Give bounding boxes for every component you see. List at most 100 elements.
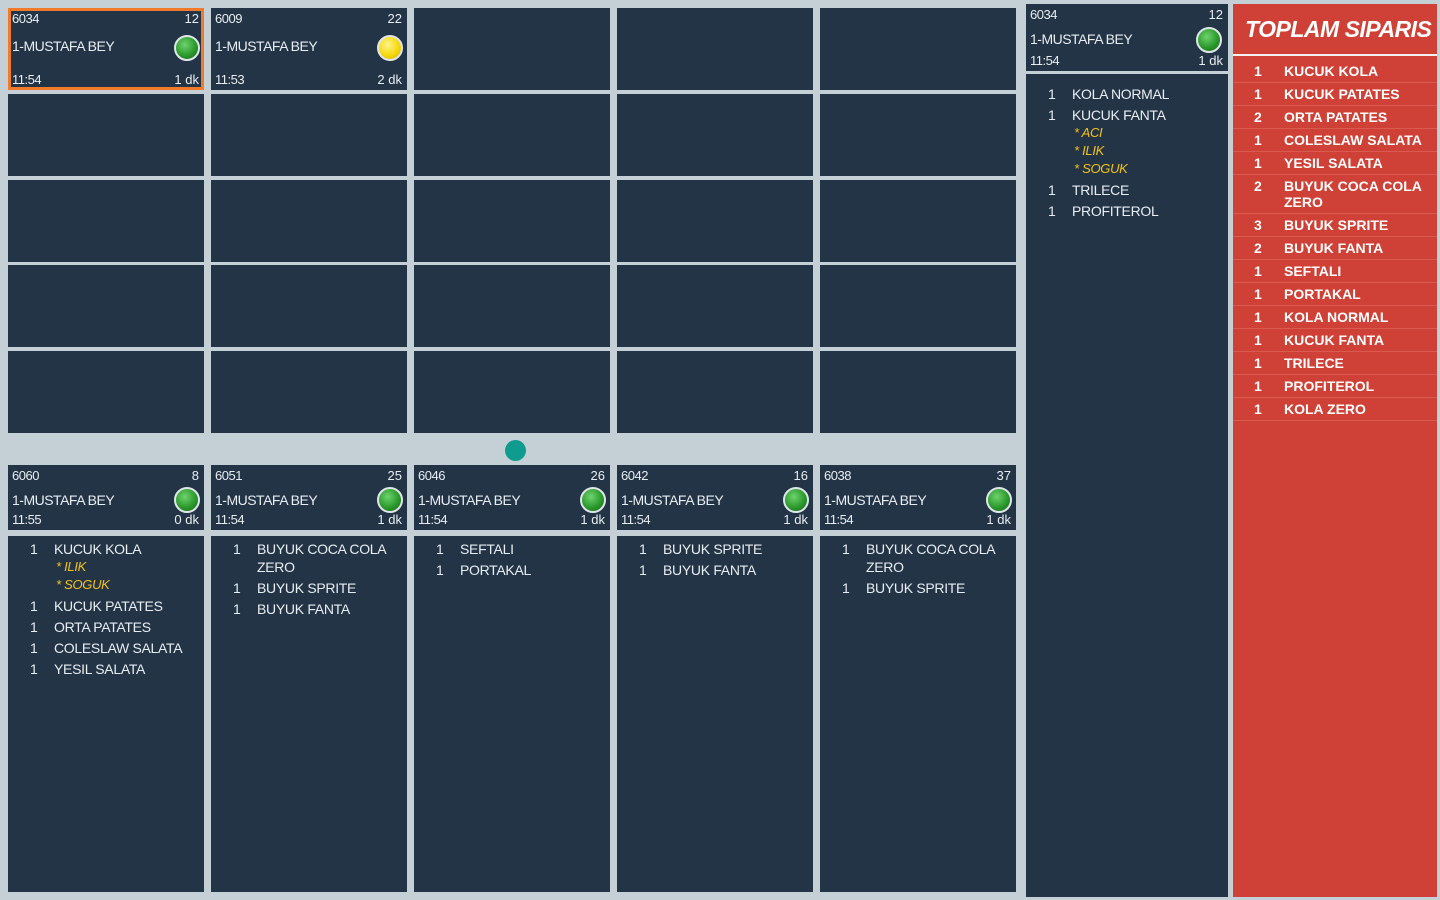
order-slot[interactable] (820, 351, 1016, 433)
order-slot[interactable] (414, 351, 610, 433)
elapsed-time: 1 dk (580, 512, 605, 527)
order-time: 11:55 (12, 512, 42, 527)
elapsed-time: 1 dk (783, 512, 808, 527)
order-ticket[interactable]: 6042 16 1-MUSTAFA BEY 11:54 1 dk 1 BUYUK SPRIT… (617, 465, 813, 892)
order-item-count: 12 (184, 11, 199, 26)
list-item[interactable]: 1 BUYUK SPRITE (211, 579, 407, 597)
list-item[interactable]: 1 KUCUK KOLA (8, 540, 204, 558)
ticket-item-list: 1 SEFTALI 1 PORTAKAL (414, 536, 610, 892)
order-card[interactable]: 6009 22 1-MUSTAFA BEY 11:53 2 dk (211, 8, 407, 90)
total-quantity: 1 (1254, 378, 1262, 394)
list-item[interactable]: 1 COLESLAW SALATA (8, 639, 204, 657)
list-item[interactable]: 1 YESIL SALATA (8, 660, 204, 678)
order-slot[interactable] (8, 265, 204, 347)
list-item[interactable]: 1 BUYUK COCA COLA ZERO (211, 540, 407, 576)
list-item[interactable]: 1 TRILECE (1026, 181, 1228, 199)
list-item[interactable]: 1 KUCUK PATATES (8, 597, 204, 615)
list-item[interactable]: 1 SEFTALI (414, 540, 610, 558)
list-item[interactable]: 1 KOLA NORMAL (1026, 85, 1228, 103)
order-time: 11:53 (215, 72, 245, 87)
total-item-name: COLESLAW SALATA (1284, 132, 1422, 148)
total-item-name: KOLA NORMAL (1284, 309, 1389, 325)
order-slot[interactable] (617, 265, 813, 347)
order-slot[interactable] (414, 8, 610, 90)
ticket-header: 6051 25 1-MUSTAFA BEY 11:54 1 dk (211, 465, 407, 533)
order-card[interactable]: 6034 12 1-MUSTAFA BEY 11:54 1 dk (8, 8, 204, 90)
detail-header[interactable]: 6034 12 1-MUSTAFA BEY 11:54 1 dk (1026, 4, 1228, 74)
split-handle[interactable] (505, 440, 526, 461)
totals-row: 1 KUCUK KOLA (1233, 60, 1437, 83)
order-slot[interactable] (8, 180, 204, 262)
order-slot[interactable] (211, 94, 407, 176)
ticket-header: 6046 26 1-MUSTAFA BEY 11:54 1 dk (414, 465, 610, 533)
totals-row: 2 ORTA PATATES (1233, 106, 1437, 129)
list-item[interactable]: 1 BUYUK SPRITE (820, 579, 1016, 597)
total-quantity: 1 (1254, 286, 1262, 302)
item-name: KUCUK FANTA (1072, 107, 1166, 123)
list-item[interactable]: 1 BUYUK SPRITE (617, 540, 813, 558)
totals-row: 2 BUYUK COCA COLA ZERO (1233, 175, 1437, 214)
item-modifier: * SOGUK (56, 577, 110, 592)
total-item-name: KUCUK PATATES (1284, 86, 1400, 102)
list-item[interactable]: 1 BUYUK FANTA (211, 600, 407, 618)
totals-title: TOPLAM SIPARIS (1233, 4, 1437, 56)
item-name: COLESLAW SALATA (54, 640, 183, 656)
total-quantity: 2 (1254, 109, 1262, 125)
order-slot[interactable] (617, 94, 813, 176)
order-slot[interactable] (820, 8, 1016, 90)
order-slot[interactable] (820, 180, 1016, 262)
list-item[interactable]: 1 PORTAKAL (414, 561, 610, 579)
totals-row: 1 TRILECE (1233, 352, 1437, 375)
item-quantity: 1 (639, 562, 647, 578)
list-item[interactable]: 1 BUYUK FANTA (617, 561, 813, 579)
total-item-name: YESIL SALATA (1284, 155, 1383, 171)
total-orders-panel: TOPLAM SIPARIS 1 KUCUK KOLA 1 KUCUK PATATES… (1233, 4, 1437, 897)
order-slot[interactable] (8, 94, 204, 176)
order-slot[interactable] (617, 8, 813, 90)
item-modifier: * ILIK (56, 559, 86, 574)
detail-customer-name: 1-MUSTAFA BEY (1030, 31, 1133, 47)
totals-row: 2 BUYUK FANTA (1233, 237, 1437, 260)
order-number: 6060 (12, 468, 39, 483)
list-item[interactable]: 1 BUYUK COCA COLA ZERO (820, 540, 1016, 576)
order-slot[interactable] (617, 351, 813, 433)
order-ticket[interactable]: 6046 26 1-MUSTAFA BEY 11:54 1 dk 1 SEFTALI 1 POR… (414, 465, 610, 892)
total-item-name: KUCUK KOLA (1284, 63, 1379, 79)
order-slot[interactable] (211, 351, 407, 433)
order-slot[interactable] (820, 94, 1016, 176)
order-slot[interactable] (211, 180, 407, 262)
list-item[interactable]: 1 ORTA PATATES (8, 618, 204, 636)
list-item[interactable]: 1 KUCUK FANTA (1026, 106, 1228, 124)
order-slot[interactable] (8, 351, 204, 433)
order-ticket[interactable]: 6060 8 1-MUSTAFA BEY 11:55 0 dk 1 KUCUK KOLA * … (8, 465, 204, 892)
total-quantity: 1 (1254, 63, 1262, 79)
order-slot[interactable] (617, 180, 813, 262)
item-name: PORTAKAL (460, 562, 531, 578)
item-name: BUYUK SPRITE (866, 580, 966, 596)
ticket-item-list: 1 BUYUK COCA COLA ZERO 1 BUYUK SPRITE 1 BUYUK… (211, 536, 407, 892)
totals-row: 1 COLESLAW SALATA (1233, 129, 1437, 152)
order-item-count: 26 (590, 468, 605, 483)
customer-name: 1-MUSTAFA BEY (215, 38, 318, 54)
customer-name: 1-MUSTAFA BEY (824, 492, 927, 508)
total-item-name: PROFITEROL (1284, 378, 1375, 394)
order-slot[interactable] (211, 265, 407, 347)
item-quantity: 1 (30, 640, 38, 656)
order-number: 6042 (621, 468, 648, 483)
list-item[interactable]: 1 PROFITEROL (1026, 202, 1228, 220)
order-slot[interactable] (414, 180, 610, 262)
order-time: 11:54 (621, 512, 651, 527)
order-ticket[interactable]: 6051 25 1-MUSTAFA BEY 11:54 1 dk 1 BUYUK COCA … (211, 465, 407, 892)
ticket-item-list: 1 BUYUK SPRITE 1 BUYUK FANTA (617, 536, 813, 892)
total-item-name: BUYUK COCA COLA ZERO (1284, 178, 1422, 210)
order-ticket[interactable]: 6038 37 1-MUSTAFA BEY 11:54 1 dk 1 BUYUK COCA … (820, 465, 1016, 892)
detail-item-count: 12 (1208, 7, 1223, 22)
total-item-name: SEFTALI (1284, 263, 1342, 279)
total-quantity: 2 (1254, 240, 1262, 256)
order-slot[interactable] (414, 94, 610, 176)
ticket-header: 6042 16 1-MUSTAFA BEY 11:54 1 dk (617, 465, 813, 533)
total-quantity: 1 (1254, 332, 1262, 348)
item-name: PROFITEROL (1072, 203, 1159, 219)
order-slot[interactable] (414, 265, 610, 347)
order-slot[interactable] (820, 265, 1016, 347)
